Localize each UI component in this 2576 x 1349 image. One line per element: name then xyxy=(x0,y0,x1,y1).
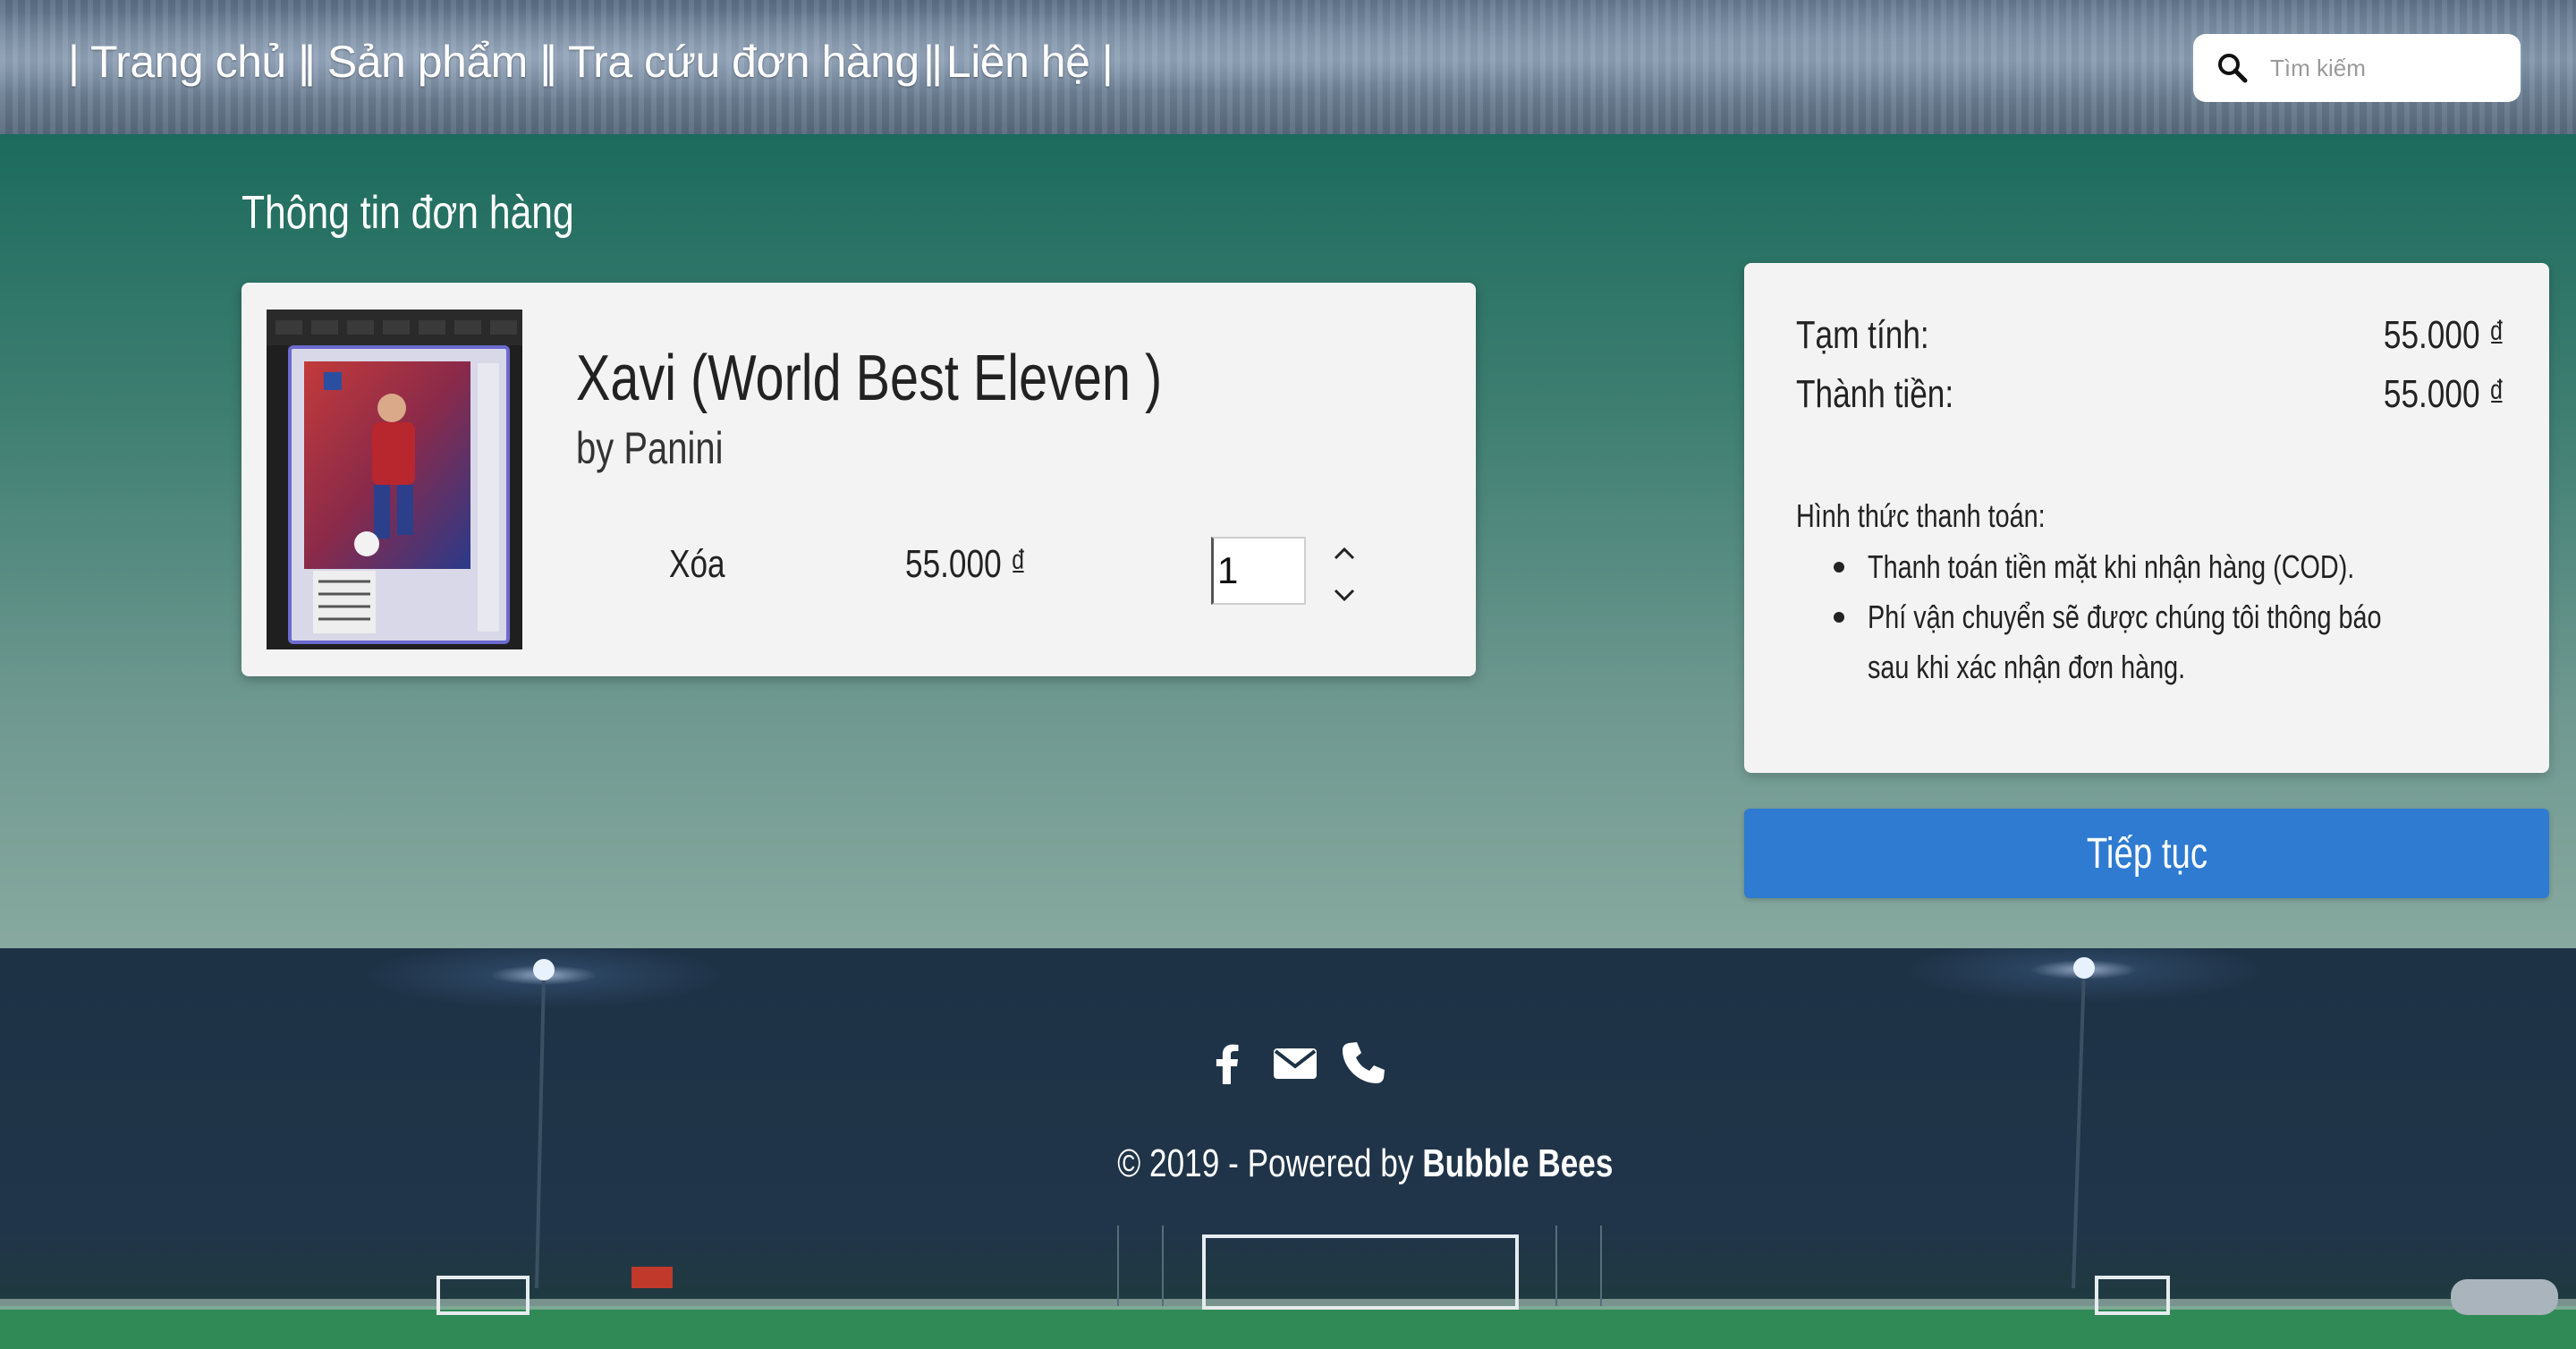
phone-icon[interactable] xyxy=(1340,1039,1386,1086)
product-brand: by Panini xyxy=(576,423,724,473)
subtotal-row: Tạm tính: 55.000 ₫ xyxy=(1796,313,2504,367)
order-summary-card: Tạm tính: 55.000 ₫ Thành tiền: 55.000 ₫ … xyxy=(1744,263,2549,773)
subtotal-label: Tạm tính: xyxy=(1796,313,1929,357)
chevron-up-icon[interactable] xyxy=(1331,540,1358,567)
header: | Trang chủ | | Sản phẩm | | Tra cứu đơn… xyxy=(0,0,2576,134)
cart-item-card: Xavi (World Best Eleven ) by Panini Xóa … xyxy=(242,283,1476,676)
continue-button-label: Tiếp tục xyxy=(2086,829,2207,878)
bullet-icon xyxy=(1834,562,1844,573)
footer: © 2019 - Powered by Bubble Bees xyxy=(0,948,2576,1349)
social-links xyxy=(1204,1039,1386,1086)
facebook-icon[interactable] xyxy=(1204,1039,1250,1086)
bullet-icon xyxy=(1834,612,1844,623)
delete-item-button[interactable]: Xóa xyxy=(669,542,725,587)
nav-home-slot: | Trang chủ | xyxy=(68,36,309,98)
product-image[interactable] xyxy=(267,310,522,649)
nav-order-lookup[interactable]: | Tra cứu đơn hàng | xyxy=(546,37,943,87)
nav-contact-slot: | Liên hệ | xyxy=(923,36,1114,98)
list-item: Thanh toán tiền mặt khi nhận hàng (COD). xyxy=(1796,542,2476,592)
page-title: Thông tin đơn hàng xyxy=(242,187,574,239)
quantity-input[interactable] xyxy=(1211,537,1306,605)
copyright-text: © 2019 - Powered by xyxy=(1117,1141,1423,1185)
nav-order-lookup-slot: | Tra cứu đơn hàng | xyxy=(546,36,943,98)
brand-name[interactable]: Bubble Bees xyxy=(1422,1141,1613,1185)
product-price: 55.000 ₫ xyxy=(905,542,1027,586)
search-box xyxy=(2193,34,2521,102)
main-content: Thông tin đơn hàng Xavi (World Best Elev… xyxy=(0,134,2576,948)
nav-products-slot: | Sản phẩm | xyxy=(304,36,551,98)
total-row: Thành tiền: 55.000 ₫ xyxy=(1796,372,2504,426)
email-icon[interactable] xyxy=(1272,1039,1318,1086)
total-value: 55.000 ₫ xyxy=(2383,372,2504,416)
product-name[interactable]: Xavi (World Best Eleven ) xyxy=(576,342,1162,415)
payment-note-shipping: Phí vận chuyển sẽ được chúng tôi thông b… xyxy=(1868,598,2382,685)
main-nav: | Trang chủ | | Sản phẩm | | Tra cứu đơn… xyxy=(68,36,1114,98)
search-icon[interactable] xyxy=(2216,52,2249,84)
nav-home[interactable]: | Trang chủ | xyxy=(68,37,309,87)
subtotal-value: 55.000 ₫ xyxy=(2383,313,2504,357)
copyright: © 2019 - Powered by Bubble Bees xyxy=(1055,1141,1613,1186)
continue-button[interactable]: Tiếp tục xyxy=(1744,809,2549,898)
payment-notes-list: Thanh toán tiền mặt khi nhận hàng (COD).… xyxy=(1796,542,2476,692)
payment-note-cod: Thanh toán tiền mặt khi nhận hàng (COD). xyxy=(1868,548,2355,585)
payment-method-title: Hình thức thanh toán: xyxy=(1796,497,2046,534)
list-item: Phí vận chuyển sẽ được chúng tôi thông b… xyxy=(1796,592,2476,692)
nav-products[interactable]: | Sản phẩm | xyxy=(304,37,551,87)
chevron-down-icon[interactable] xyxy=(1331,581,1358,608)
nav-contact[interactable]: | Liên hệ | xyxy=(923,37,1114,87)
total-label: Thành tiền: xyxy=(1796,372,1954,416)
search-input[interactable] xyxy=(2268,47,2501,89)
